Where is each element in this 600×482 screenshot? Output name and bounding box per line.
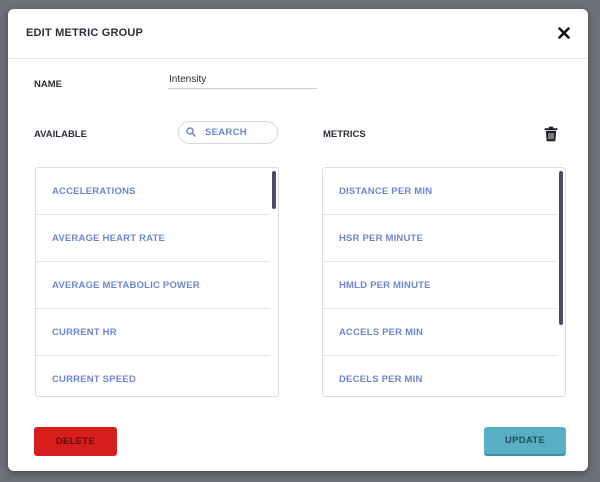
dialog-title: EDIT METRIC GROUP	[26, 27, 144, 39]
search-placeholder: SEARCH	[205, 127, 247, 138]
name-input[interactable]	[168, 70, 317, 89]
update-button[interactable]: UPDATE	[484, 427, 566, 456]
list-item[interactable]: DISTANCE PER MIN	[323, 168, 557, 215]
list-item[interactable]: ACCELERATIONS	[36, 168, 270, 215]
list-item[interactable]: HSR PER MINUTE	[323, 215, 557, 262]
search-field[interactable]: SEARCH	[178, 121, 278, 144]
search-icon	[186, 124, 196, 142]
list-item[interactable]: CURRENT HR	[36, 309, 270, 356]
available-label: AVAILABLE	[34, 129, 87, 140]
selected-metrics-list[interactable]: DISTANCE PER MIN HSR PER MINUTE HMLD PER…	[322, 167, 566, 397]
dialog-header: EDIT METRIC GROUP	[8, 9, 588, 59]
close-icon[interactable]	[554, 23, 574, 43]
available-list-scrollbar[interactable]	[272, 171, 276, 209]
list-item[interactable]: ACCELS PER MIN	[323, 309, 557, 356]
list-item[interactable]: AVERAGE METABOLIC POWER	[36, 262, 270, 309]
list-item[interactable]: AVERAGE HEART RATE	[36, 215, 270, 262]
list-item[interactable]: DECELS PER MIN	[323, 356, 557, 396]
metrics-list-scrollbar[interactable]	[559, 171, 563, 325]
available-metrics-list[interactable]: ACCELERATIONS AVERAGE HEART RATE AVERAGE…	[35, 167, 279, 397]
list-item[interactable]: HMLD PER MINUTE	[323, 262, 557, 309]
name-label: NAME	[34, 79, 62, 90]
list-item[interactable]: CURRENT SPEED	[36, 356, 270, 396]
trash-icon[interactable]	[543, 125, 559, 143]
edit-metric-group-dialog: EDIT METRIC GROUP NAME AVAILABLE SEARCH …	[8, 9, 588, 471]
delete-button[interactable]: DELETE	[34, 427, 117, 456]
metrics-label: METRICS	[323, 129, 366, 140]
